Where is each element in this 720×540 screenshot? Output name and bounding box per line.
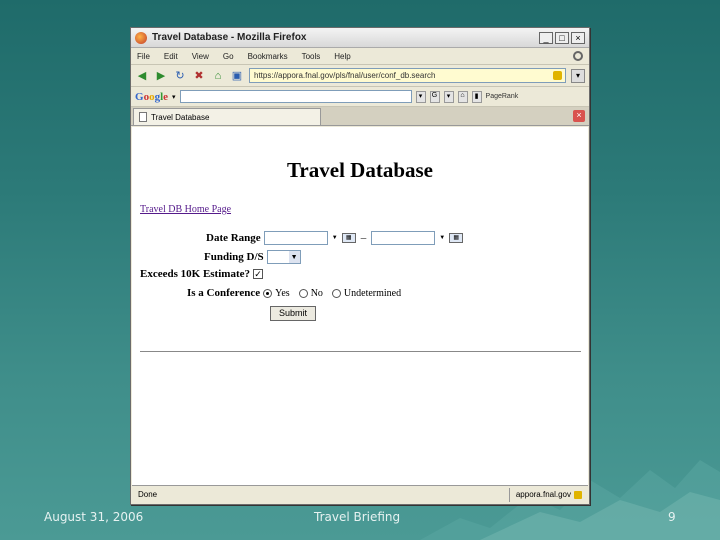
google-search-dropdown[interactable]: ▾ xyxy=(415,90,426,103)
page-icon xyxy=(139,112,147,122)
conference-no-label: No xyxy=(310,287,323,299)
funding-row: Funding D/S ▼ xyxy=(204,250,301,264)
date-range-row: Date Range ▼ ▦ – ▼ ▦ xyxy=(206,231,464,245)
menu-go[interactable]: Go xyxy=(223,52,234,61)
throbber-icon xyxy=(573,51,583,61)
menu-file[interactable]: File xyxy=(137,52,150,61)
funding-label: Funding D/S xyxy=(204,251,264,263)
slide-title: Travel Briefing xyxy=(314,510,401,524)
go-button[interactable]: ▾ xyxy=(571,68,585,83)
exceeds-row: Exceeds 10K Estimate? ✓ xyxy=(140,268,263,280)
slide-date: August 31, 2006 xyxy=(44,510,144,524)
conference-yes-radio[interactable] xyxy=(263,288,273,298)
menu-edit[interactable]: Edit xyxy=(164,52,178,61)
exceeds-checkbox[interactable]: ✓ xyxy=(252,269,263,279)
status-text: Done xyxy=(138,490,158,499)
close-button[interactable]: × xyxy=(571,31,585,44)
menu-view[interactable]: View xyxy=(192,52,209,61)
funding-select[interactable]: ▼ xyxy=(266,250,301,264)
title-bar: Travel Database - Mozilla Firefox _ □ × xyxy=(131,28,589,48)
minimize-button[interactable]: _ xyxy=(539,31,553,44)
window-title: Travel Database - Mozilla Firefox xyxy=(152,32,307,43)
menu-tools[interactable]: Tools xyxy=(302,52,321,61)
reload-icon[interactable]: ↻ xyxy=(173,69,187,83)
google-bookmark-icon[interactable]: ⌂ xyxy=(457,90,468,103)
firefox-icon xyxy=(135,31,147,44)
home-page-link[interactable]: Travel DB Home Page xyxy=(140,204,231,215)
end-calendar-icon[interactable]: ▦ xyxy=(449,233,464,243)
navigation-toolbar: ◀ ▶ ↻ ✖ ⌂ ▣ https://appora.fnal.gov/pls/… xyxy=(131,65,589,87)
conference-yes-label: Yes xyxy=(275,287,290,299)
stop-icon[interactable]: ✖ xyxy=(192,69,206,83)
tab-bar: Travel Database × xyxy=(131,107,589,126)
status-host: appora.fnal.gov xyxy=(508,487,588,502)
google-search-input[interactable] xyxy=(179,90,412,103)
submit-button[interactable]: Submit xyxy=(270,306,316,321)
status-host-label: appora.fnal.gov xyxy=(515,489,571,499)
menu-help[interactable]: Help xyxy=(334,52,350,61)
pagerank-label: PageRank xyxy=(485,93,519,100)
end-date-input[interactable] xyxy=(371,231,436,245)
google-menu-icon[interactable]: ▾ xyxy=(172,93,176,101)
window-controls: _ □ × xyxy=(539,31,585,44)
conference-undetermined-radio[interactable] xyxy=(331,288,341,298)
exceeds-label: Exceeds 10K Estimate? xyxy=(140,268,250,280)
status-lock-icon xyxy=(574,490,582,499)
google-go-button[interactable]: G xyxy=(429,90,440,103)
google-toolbar: Google ▾ ▾ G ▾ ⌂ ▮ PageRank xyxy=(131,87,589,107)
forward-icon[interactable]: ▶ xyxy=(154,69,168,83)
conference-row: Is a Conference Yes No Undetermined xyxy=(187,287,407,299)
tab-travel-database[interactable]: Travel Database xyxy=(133,108,321,125)
divider xyxy=(140,351,581,352)
page-content: Travel Database Travel DB Home Page Date… xyxy=(132,127,588,485)
google-blocker-icon[interactable]: ▮ xyxy=(471,90,482,103)
start-date-dropdown-icon[interactable]: ▼ xyxy=(331,233,339,243)
google-logo: Google xyxy=(135,90,169,103)
url-bar[interactable]: https://appora.fnal.gov/pls/fnal/user/co… xyxy=(249,68,566,83)
menu-bookmarks[interactable]: Bookmarks xyxy=(248,52,288,61)
menu-bar: File Edit View Go Bookmarks Tools Help xyxy=(131,48,589,65)
conference-no-radio[interactable] xyxy=(298,288,308,298)
end-date-dropdown-icon[interactable]: ▼ xyxy=(438,233,446,243)
close-tab-icon[interactable]: × xyxy=(573,110,585,122)
chevron-down-icon: ▼ xyxy=(288,251,300,263)
start-calendar-icon[interactable]: ▦ xyxy=(341,233,356,243)
conference-label: Is a Conference xyxy=(187,287,261,299)
url-text: https://appora.fnal.gov/pls/fnal/user/co… xyxy=(254,71,436,80)
conference-undetermined-label: Undetermined xyxy=(343,287,402,299)
back-icon[interactable]: ◀ xyxy=(135,69,149,83)
status-bar: Done appora.fnal.gov xyxy=(132,485,588,503)
slide-page-number: 9 xyxy=(668,510,676,524)
home-icon[interactable]: ⌂ xyxy=(211,69,225,83)
start-date-input[interactable] xyxy=(263,231,328,245)
tab-label: Travel Database xyxy=(151,112,210,122)
date-separator: – xyxy=(360,232,367,244)
google-options-icon[interactable]: ▾ xyxy=(443,90,454,103)
page-title: Travel Database xyxy=(286,158,433,182)
maximize-button[interactable]: □ xyxy=(555,31,569,44)
date-range-label: Date Range xyxy=(206,232,261,244)
bookmark-icon[interactable]: ▣ xyxy=(230,69,244,83)
lock-icon xyxy=(553,71,562,80)
browser-window: Travel Database - Mozilla Firefox _ □ × … xyxy=(130,27,590,505)
